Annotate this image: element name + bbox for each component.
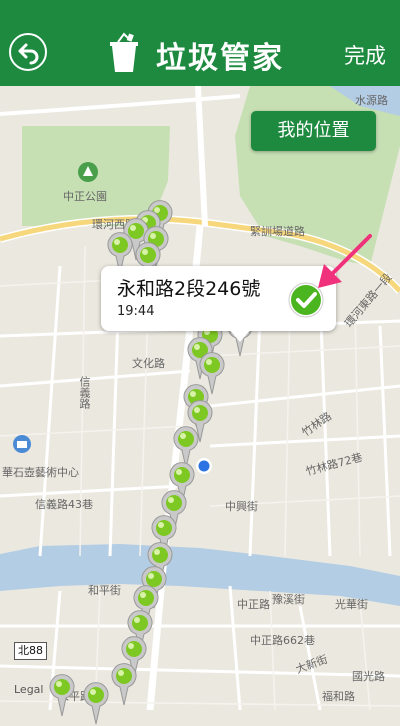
map-label: 華石壺藝術中心: [2, 466, 79, 479]
map-label: 信義路43巷: [35, 498, 93, 511]
app-header: 垃圾管家 完成: [0, 0, 400, 86]
my-location-button[interactable]: 我的位置: [251, 111, 376, 151]
route-pin[interactable]: [110, 663, 138, 707]
map-label: 中興街: [225, 500, 258, 513]
map-label: 緊訓場道路: [250, 225, 305, 238]
map-label: 中正公園: [63, 190, 107, 203]
location-callout[interactable]: 永和路2段246號 19:44: [101, 266, 336, 342]
route-pin[interactable]: [48, 674, 76, 718]
callout-address: 永和路2段246號: [117, 278, 261, 300]
done-button[interactable]: 完成: [344, 40, 386, 70]
map-label: 中正路662巷: [250, 634, 315, 647]
map-label: 國光路: [352, 670, 385, 683]
map-label: 和平街: [88, 584, 121, 597]
map-label: 文化路: [132, 357, 165, 370]
trash-can-icon: [110, 32, 138, 72]
back-button[interactable]: [9, 33, 47, 71]
map-label: 光華街: [335, 598, 368, 611]
back-arrow-icon: [18, 43, 39, 65]
callout-time: 19:44: [117, 304, 155, 319]
map-label: 中正路: [237, 598, 270, 611]
callout-tail: [228, 328, 252, 342]
annotation-arrow-icon: [318, 234, 372, 288]
road-badge: 北88: [14, 642, 47, 660]
map-label: 水源路: [355, 94, 388, 107]
map-label: 信義路: [78, 376, 91, 409]
map-label: 福和路: [322, 690, 355, 703]
route-pin[interactable]: [82, 682, 110, 726]
page-title: 垃圾管家: [156, 41, 284, 76]
map-label: 豫溪街: [272, 593, 305, 606]
map-legal-link[interactable]: Legal: [14, 683, 43, 696]
